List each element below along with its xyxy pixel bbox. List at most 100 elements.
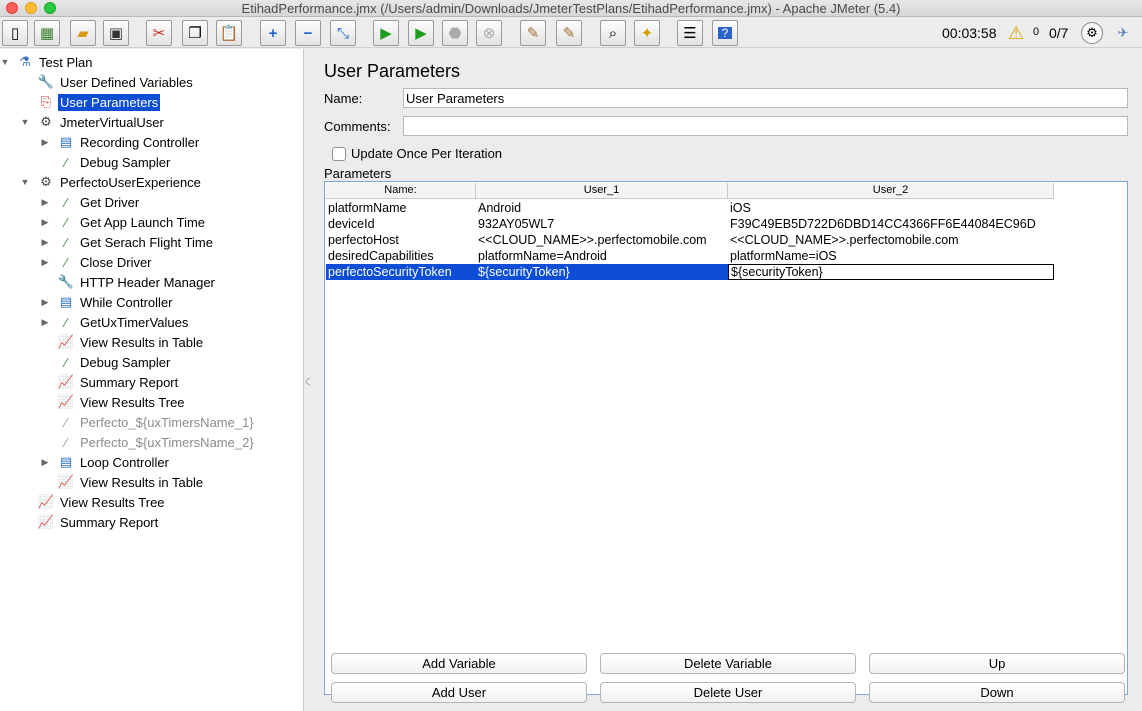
shutdown-icon[interactable]: ⊗ (476, 20, 502, 46)
tree-node[interactable]: ▶ ⁄ Get Driver (0, 192, 300, 212)
table-cell[interactable]: Android (476, 200, 728, 216)
templates-icon[interactable]: ▦ (34, 20, 60, 46)
pipette-icon: ⁄ (64, 194, 68, 210)
table-cell[interactable]: ${securityToken} (728, 264, 1054, 280)
tree-node[interactable]: ▶ ▤ Loop Controller (0, 452, 300, 472)
table-cell[interactable]: 932AY05WL7 (476, 216, 728, 232)
update-once-checkbox[interactable] (332, 147, 346, 161)
expand-arrow-icon[interactable]: ▼ (0, 57, 10, 67)
tree-node[interactable]: ▶ ⁄ Get Serach Flight Time (0, 232, 300, 252)
table-cell[interactable]: F39C49EB5D722D6DBD14CC4366FF6E44084EC96D (728, 216, 1054, 232)
collapsed-arrow-icon[interactable]: ▶ (40, 217, 50, 228)
parameters-table[interactable]: Name: User_1 User_2 platformName Android i… (324, 181, 1128, 695)
tree-node[interactable]: ▶ ▤ While Controller (0, 292, 300, 312)
log-viewer-icon[interactable]: ✈ (1112, 22, 1134, 44)
table-row[interactable]: deviceId 932AY05WL7 F39C49EB5D722D6DBD14CC… (326, 216, 1054, 232)
table-cell[interactable]: deviceId (326, 216, 476, 232)
remote-icon[interactable]: ⚙ (1081, 22, 1103, 44)
toggle-icon[interactable]: ⤡ (330, 20, 356, 46)
tree-node[interactable]: 📈 Summary Report (0, 512, 300, 532)
open-icon[interactable]: ▰ (70, 20, 96, 46)
tree-node[interactable]: ▶ ⁄ GetUxTimerValues (0, 312, 300, 332)
table-cell[interactable]: perfectoHost (326, 232, 476, 248)
collapsed-arrow-icon[interactable]: ▶ (40, 297, 50, 308)
tree-node[interactable]: 📈 Summary Report (0, 372, 300, 392)
collapsed-arrow-icon[interactable]: ▶ (40, 257, 50, 268)
tree-node[interactable]: ⁄ Perfecto_${uxTimersName_2} (0, 432, 300, 452)
tree-node[interactable]: 📈 View Results Tree (0, 392, 300, 412)
delete-user-button[interactable]: Delete User (600, 682, 856, 703)
tree-node[interactable]: 🔧 HTTP Header Manager (0, 272, 300, 292)
table-cell[interactable]: platformName (326, 200, 476, 216)
reset-search-icon[interactable]: ✦ (634, 20, 660, 46)
column-header-user-2[interactable]: User_2 (728, 183, 1054, 199)
up-button[interactable]: Up (869, 653, 1125, 674)
table-cell[interactable]: <<CLOUD_NAME>>.perfectomobile.com (476, 232, 728, 248)
table-row[interactable]: perfectoSecurityToken ${securityToken} ${s… (326, 264, 1054, 280)
graph-icon: 📈 (57, 334, 75, 349)
table-cell[interactable]: desiredCapabilities (326, 248, 476, 264)
name-field[interactable]: User Parameters (403, 88, 1128, 108)
save-icon[interactable]: ▣ (103, 20, 129, 46)
tree-node[interactable]: 📈 View Results in Table (0, 472, 300, 492)
tree-node[interactable]: ⁄ Perfecto_${uxTimersName_1} (0, 412, 300, 432)
down-button[interactable]: Down (869, 682, 1125, 703)
warning-count: 0 (1033, 26, 1040, 38)
wrench-icon: 🔧 (37, 74, 55, 89)
help-icon[interactable]: ? (712, 20, 738, 46)
warning-icon[interactable]: ⚠ (1008, 23, 1024, 44)
graph-icon: 📈 (37, 494, 55, 509)
add-variable-button[interactable]: Add Variable (331, 653, 587, 674)
expand-icon[interactable]: + (260, 20, 286, 46)
tree-node[interactable]: ⎘ User Parameters (0, 92, 300, 112)
collapsed-arrow-icon[interactable]: ▶ (40, 197, 50, 208)
table-cell[interactable]: iOS (728, 200, 1054, 216)
function-helper-icon[interactable]: ☰ (677, 20, 703, 46)
tree-node[interactable]: ▼ ⚙ PerfectoUserExperience (0, 172, 300, 192)
column-header-name[interactable]: Name: (326, 183, 476, 199)
column-header-user-1[interactable]: User_1 (476, 183, 728, 199)
table-row[interactable]: desiredCapabilities platformName=Android p… (326, 248, 1054, 264)
collapsed-arrow-icon[interactable]: ▶ (40, 317, 50, 328)
expand-arrow-icon[interactable]: ▼ (20, 117, 30, 127)
tree-node-label: Perfecto_${uxTimersName_1} (80, 414, 254, 430)
table-row[interactable]: platformName Android iOS (326, 200, 1054, 216)
collapse-icon[interactable]: − (295, 20, 321, 46)
delete-variable-button[interactable]: Delete Variable (600, 653, 856, 674)
collapsed-arrow-icon[interactable]: ▶ (40, 457, 50, 468)
search-icon[interactable]: ⌕ (600, 20, 626, 46)
tree-node[interactable]: 🔧 User Defined Variables (0, 72, 300, 92)
new-icon[interactable]: ▯ (2, 20, 28, 46)
table-cell[interactable]: platformName=Android (476, 248, 728, 264)
clear-all-icon[interactable]: ✎ (556, 20, 582, 46)
tree-node[interactable]: ▼ ⚙ JmeterVirtualUser (0, 112, 300, 132)
table-cell[interactable]: <<CLOUD_NAME>>.perfectomobile.com (728, 232, 1054, 248)
start-icon[interactable]: ▶ (373, 20, 399, 46)
paste-icon[interactable]: 📋 (216, 20, 242, 46)
clear-icon[interactable]: ✎ (520, 20, 546, 46)
tree-node[interactable]: 📈 View Results in Table (0, 332, 300, 352)
copy-icon[interactable]: ❐ (182, 20, 208, 46)
add-user-button[interactable]: Add User (331, 682, 587, 703)
tree-node[interactable]: ▶ ⁄ Close Driver (0, 252, 300, 272)
collapsed-arrow-icon[interactable]: ▶ (40, 237, 50, 248)
tree-node[interactable]: ▼ ⚗ Test Plan (0, 52, 300, 72)
tree-node[interactable]: ⁄ Debug Sampler (0, 152, 300, 172)
collapsed-arrow-icon[interactable]: ▶ (40, 137, 50, 148)
tree-node[interactable]: 📈 View Results Tree (0, 492, 300, 512)
tree-node[interactable]: ▶ ▤ Recording Controller (0, 132, 300, 152)
tree-node-label: GetUxTimerValues (80, 314, 189, 330)
tree-node-label: Get Driver (80, 194, 140, 210)
tree-node[interactable]: ▶ ⁄ Get App Launch Time (0, 212, 300, 232)
table-cell[interactable]: ${securityToken} (476, 264, 728, 280)
stop-icon[interactable]: ⬣ (442, 20, 468, 46)
start-no-pauses-icon[interactable]: ▶ (408, 20, 434, 46)
tree-node[interactable]: ⁄ Debug Sampler (0, 352, 300, 372)
cut-icon[interactable]: ✂ (146, 20, 172, 46)
comments-field[interactable] (403, 116, 1128, 136)
table-cell[interactable]: perfectoSecurityToken (326, 264, 476, 280)
table-cell[interactable]: platformName=iOS (728, 248, 1054, 264)
table-row[interactable]: perfectoHost <<CLOUD_NAME>>.perfectomobil… (326, 232, 1054, 248)
tree-node-label: Summary Report (60, 514, 159, 530)
expand-arrow-icon[interactable]: ▼ (20, 177, 30, 187)
